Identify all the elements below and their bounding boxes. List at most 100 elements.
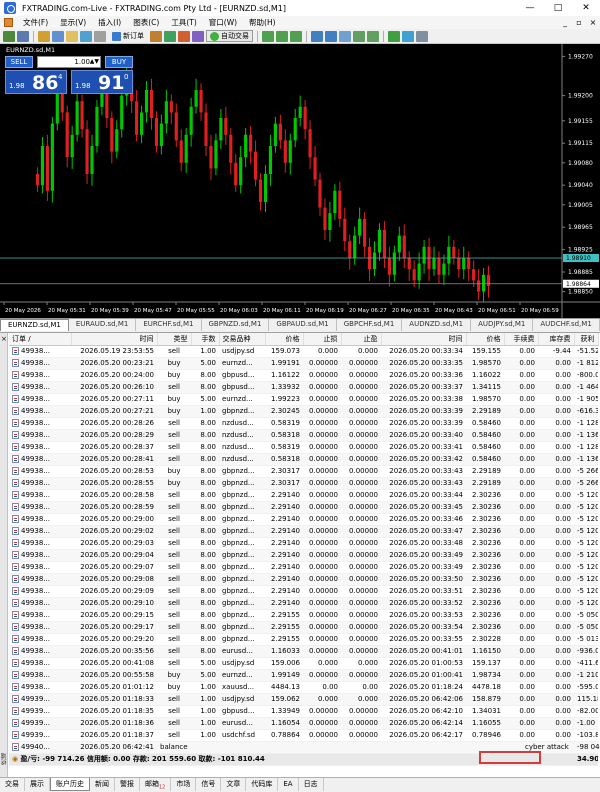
bar-chart-icon[interactable]: [262, 30, 274, 42]
tile-windows-icon[interactable]: [339, 30, 351, 42]
data-window-icon[interactable]: [52, 30, 64, 42]
vps-icon[interactable]: [192, 30, 204, 42]
auto-trading-button[interactable]: 自动交易: [206, 30, 253, 42]
tester-icon[interactable]: [94, 30, 106, 42]
buy-button[interactable]: BUY: [105, 56, 133, 68]
profiles-icon[interactable]: [17, 30, 29, 42]
tab-alerts[interactable]: 警报: [115, 778, 140, 791]
col-order[interactable]: 订单 /: [9, 333, 72, 346]
table-row[interactable]: 49939... 2026.05.20 01:18:37 sell 1.00 usdch…: [9, 729, 598, 742]
table-row[interactable]: 49938... 2026.05.20 00:28:55 buy 8.00 gbpnzd…: [9, 477, 598, 490]
child-close-button[interactable]: ×: [586, 18, 600, 27]
market-watch-icon[interactable]: [38, 30, 50, 42]
tab-journal[interactable]: 日志: [299, 778, 324, 791]
col-take-profit[interactable]: 止盈: [341, 333, 382, 346]
table-row[interactable]: 49938... 2026.05.20 00:35:56 sell 8.00 eurus…: [9, 645, 598, 658]
navigator-icon[interactable]: [66, 30, 78, 42]
zoom-in-icon[interactable]: [311, 30, 323, 42]
tab-market[interactable]: 市场: [171, 778, 197, 791]
minimize-button[interactable]: —: [516, 0, 544, 16]
tab-articles[interactable]: 文章: [221, 778, 247, 791]
tab-code-base[interactable]: 代码库: [246, 778, 279, 791]
market-icon[interactable]: [178, 30, 190, 42]
table-row[interactable]: 49938... 2026.05.20 00:29:15 sell 8.00 gbpnz…: [9, 609, 598, 622]
col-close-time[interactable]: 时间: [381, 333, 467, 346]
close-button[interactable]: ✕: [572, 0, 600, 16]
col-swap[interactable]: 库存费: [538, 333, 575, 346]
tab-euraud[interactable]: EURAUD.sd,M1: [69, 319, 137, 331]
table-row[interactable]: 49938... 2026.05.20 00:29:00 sell 8.00 gbpnz…: [9, 513, 598, 526]
child-restore-button[interactable]: ▫: [572, 18, 586, 27]
tab-experts[interactable]: EA: [278, 778, 299, 791]
maximize-button[interactable]: □: [544, 0, 572, 16]
col-profit[interactable]: 获利: [574, 333, 599, 346]
sell-button[interactable]: SELL: [5, 56, 33, 68]
table-row[interactable]: 49939... 2026.05.20 01:18:36 sell 1.00 eurus…: [9, 717, 598, 730]
chart-shift-icon[interactable]: [367, 30, 379, 42]
candlestick-icon[interactable]: [276, 30, 288, 42]
menu-help[interactable]: 帮助(H): [243, 17, 282, 28]
col-open-time[interactable]: 时间: [71, 333, 158, 346]
table-row[interactable]: 49938... 2026.05.20 00:29:03 sell 8.00 gbpnz…: [9, 537, 598, 550]
col-stop-loss[interactable]: 止损: [303, 333, 342, 346]
menu-file[interactable]: 文件(F): [17, 17, 54, 28]
auto-scroll-icon[interactable]: [353, 30, 365, 42]
table-row[interactable]: 49939... 2026.05.20 01:18:33 sell 1.00 usdjp…: [9, 693, 598, 706]
table-row[interactable]: 49938... 2026.05.20 00:29:08 sell 8.00 gbpnz…: [9, 573, 598, 586]
table-row[interactable]: 49938... 2026.05.20 00:28:41 sell 8.00 nzdus…: [9, 453, 598, 466]
table-row[interactable]: 49938... 2026.05.20 00:28:53 buy 8.00 gbpnzd…: [9, 465, 598, 478]
table-row[interactable]: 49938... 2026.05.20 00:27:11 buy 5.00 eurnzd…: [9, 393, 598, 406]
new-order-button[interactable]: 新订单: [108, 30, 148, 42]
menu-tools[interactable]: 工具(T): [165, 17, 202, 28]
table-row[interactable]: 49938... 2026.05.20 00:28:37 sell 8.00 nzdus…: [9, 441, 598, 454]
line-chart-icon[interactable]: [290, 30, 302, 42]
table-row[interactable]: 49938... 2026.05.20 00:28:59 sell 8.00 gbpnz…: [9, 501, 598, 514]
table-row[interactable]: 49938... 2026.05.19 23:53:55 sell 1.00 usdjp…: [9, 345, 598, 358]
table-row[interactable]: 49938... 2026.05.20 00:29:20 sell 8.00 gbpnz…: [9, 633, 598, 646]
tab-trade[interactable]: 交易: [0, 778, 25, 791]
tab-news[interactable]: 新闻: [90, 778, 115, 791]
table-row[interactable]: 49938... 2026.05.20 00:41:08 sell 5.00 usdjp…: [9, 657, 598, 670]
table-row[interactable]: 49938... 2026.05.20 00:29:09 sell 8.00 gbpnz…: [9, 585, 598, 598]
tab-account-history[interactable]: 账户历史: [50, 778, 90, 791]
table-row[interactable]: 49938... 2026.05.20 00:29:07 sell 8.00 gbpnz…: [9, 561, 598, 574]
signals-icon[interactable]: [164, 30, 176, 42]
col-lots[interactable]: 手数: [191, 333, 220, 346]
tab-signals[interactable]: 信号: [196, 778, 222, 791]
table-row[interactable]: 49938... 2026.05.20 00:26:10 sell 8.00 gbpus…: [9, 381, 598, 394]
zoom-out-icon[interactable]: [325, 30, 337, 42]
tab-audchf[interactable]: AUDCHF.sd,M1: [533, 319, 600, 331]
col-commission[interactable]: 手续费: [504, 333, 539, 346]
table-row[interactable]: 49938... 2026.05.20 00:28:26 sell 8.00 nzdus…: [9, 417, 598, 430]
menu-charts[interactable]: 图表(C): [127, 17, 165, 28]
table-row[interactable]: 49938... 2026.05.20 00:28:29 sell 8.00 nzdus…: [9, 429, 598, 442]
tab-eurnzd[interactable]: EURNZD.sd,M1: [0, 319, 69, 331]
tab-mailbox[interactable]: 邮箱12: [140, 778, 172, 791]
buy-price-box[interactable]: 1.98 91 0: [71, 70, 133, 94]
close-icon[interactable]: ×: [1, 335, 7, 343]
table-row[interactable]: 49938... 2026.05.20 00:23:21 buy 5.00 eurnzd…: [9, 357, 598, 370]
new-chart-icon[interactable]: [3, 30, 15, 42]
tab-audnzd[interactable]: AUDNZD.sd,M1: [402, 319, 472, 331]
menu-insert[interactable]: 插入(I): [92, 17, 127, 28]
table-row[interactable]: 49938... 2026.05.20 01:01:12 buy 1.00 xauusd…: [9, 681, 598, 694]
periods-icon[interactable]: [402, 30, 414, 42]
col-close-price[interactable]: 价格: [466, 333, 505, 346]
tab-audjpy[interactable]: AUDJPY.sd,M1: [471, 319, 534, 331]
sell-price-box[interactable]: 1.98 86 4: [5, 70, 67, 94]
table-row[interactable]: 49938... 2026.05.20 00:27:21 buy 1.00 gbpnzd…: [9, 405, 598, 418]
child-minimize-button[interactable]: _: [558, 18, 572, 27]
table-row[interactable]: 49938... 2026.05.20 00:29:02 sell 8.00 gbpnz…: [9, 525, 598, 538]
table-row[interactable]: 49938... 2026.05.20 00:55:58 buy 5.00 eurnzd…: [9, 669, 598, 682]
tab-exposure[interactable]: 展示: [25, 778, 50, 791]
menu-window[interactable]: 窗口(W): [203, 17, 243, 28]
table-row[interactable]: 49938... 2026.05.20 00:29:04 sell 8.00 gbpnz…: [9, 549, 598, 562]
menu-view[interactable]: 显示(V): [54, 17, 92, 28]
indicators-icon[interactable]: [388, 30, 400, 42]
spinner-icon[interactable]: ▲▼: [90, 57, 99, 67]
table-row[interactable]: 49938... 2026.05.20 00:28:58 sell 8.00 gbpnz…: [9, 489, 598, 502]
tab-gbpnzd[interactable]: GBPNZD.sd,M1: [202, 319, 270, 331]
terminal-icon[interactable]: [80, 30, 92, 42]
table-row[interactable]: 49938... 2026.05.20 00:29:17 sell 8.00 gbpnz…: [9, 621, 598, 634]
table-row[interactable]: 49938... 2026.05.20 00:29:10 sell 8.00 gbpnz…: [9, 597, 598, 610]
